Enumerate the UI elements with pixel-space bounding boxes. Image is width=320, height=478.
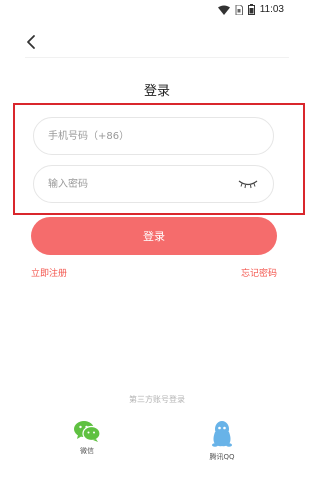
sim-card-icon [235, 4, 243, 15]
wechat-icon [74, 421, 101, 442]
qq-login-button[interactable]: 腾讯QQ [197, 420, 247, 462]
phone-input[interactable] [48, 118, 238, 154]
third-party-login-title: 第三方账号登录 [129, 395, 185, 404]
wechat-label: 微信 [80, 447, 94, 455]
phone-field[interactable] [33, 117, 274, 155]
password-field[interactable] [33, 165, 274, 203]
qq-label: 腾讯QQ [209, 453, 235, 461]
register-link[interactable]: 立即注册 [31, 266, 67, 279]
header-divider [25, 57, 289, 58]
eye-closed-icon[interactable] [237, 178, 259, 190]
status-time: 11:03 [259, 4, 284, 15]
status-icons: 11:03 [217, 4, 284, 15]
wechat-login-button[interactable]: 微信 [62, 420, 112, 456]
chevron-left-icon [27, 35, 35, 49]
password-input[interactable] [48, 166, 238, 202]
login-button[interactable]: 登录 [31, 217, 277, 255]
battery-icon [247, 4, 255, 15]
forgot-password-link[interactable]: 忘记密码 [241, 266, 277, 279]
status-bar: 11:03 [0, 0, 314, 24]
wifi-icon [217, 5, 230, 15]
back-button[interactable] [22, 32, 42, 52]
qq-icon [212, 421, 232, 447]
page-title: 登录 [143, 84, 170, 99]
